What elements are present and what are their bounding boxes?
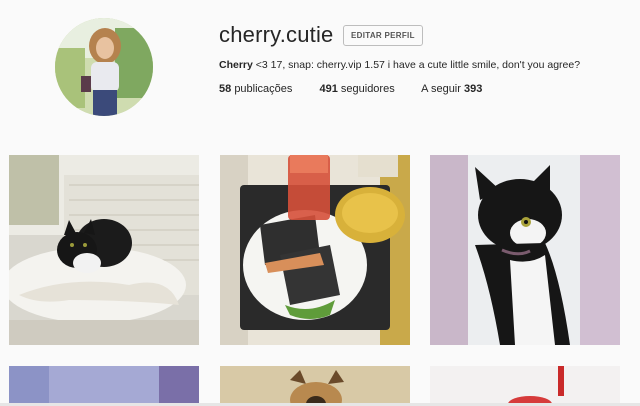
- bio-name: Cherry: [219, 59, 253, 71]
- following-count: 393: [463, 83, 483, 95]
- post-tile-sandwich[interactable]: [220, 155, 410, 345]
- edit-profile-button[interactable]: EDITAR PERFIL: [343, 25, 423, 46]
- post-tile-purple[interactable]: [9, 366, 199, 406]
- followers-count: 491: [319, 83, 338, 95]
- post-tile-dog[interactable]: [220, 366, 410, 406]
- stat-following[interactable]: A seguir 393: [421, 83, 482, 95]
- profile-avatar[interactable]: [55, 18, 153, 116]
- following-label: A seguir: [421, 83, 461, 95]
- stat-followers[interactable]: 491 seguidores: [319, 83, 394, 95]
- profile-bio: Cherry <3 17, snap: cherry.vip 1.57 i ha…: [219, 59, 580, 71]
- bio-text: <3 17, snap: cherry.vip 1.57 i have a cu…: [252, 59, 581, 71]
- post-tile-cat-portrait[interactable]: [430, 155, 620, 345]
- post-tile-red-drink[interactable]: [430, 366, 620, 406]
- post-tile-cat-table[interactable]: [9, 155, 199, 345]
- stat-posts: 58 publicações: [219, 83, 292, 95]
- profile-stats: 58 publicações 491 seguidores A seguir 3…: [219, 83, 506, 95]
- followers-label: seguidores: [340, 83, 395, 95]
- posts-count: 58: [219, 83, 232, 95]
- posts-label: publicações: [234, 83, 293, 95]
- profile-username: cherry.cutie: [219, 22, 334, 47]
